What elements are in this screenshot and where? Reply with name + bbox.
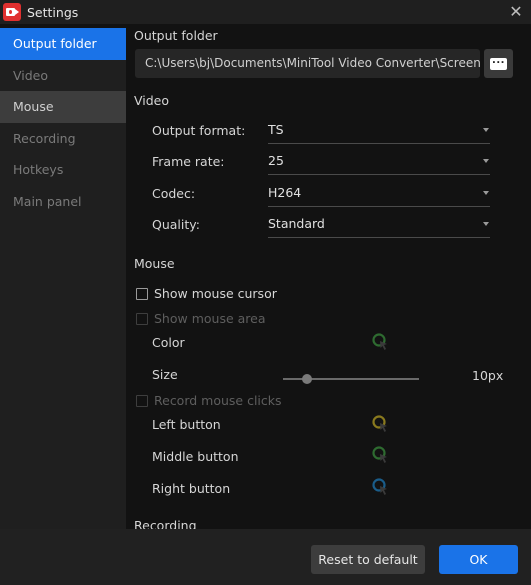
- video-camera-icon: [3, 3, 21, 21]
- middle-button-label: Middle button: [152, 449, 239, 464]
- settings-content[interactable]: Output folder C:\Users\bj\Documents\Mini…: [126, 24, 531, 529]
- right-button-label: Right button: [152, 481, 231, 496]
- ok-button[interactable]: OK: [439, 545, 518, 574]
- sidebar: Output folder Video Mouse Recording Hotk…: [0, 28, 126, 529]
- output-format-label: Output format:: [152, 123, 246, 138]
- left-button-label: Left button: [152, 417, 221, 432]
- close-button[interactable]: ✕: [507, 3, 525, 21]
- sidebar-item-video[interactable]: Video: [0, 60, 126, 92]
- mouse-area-color-icon[interactable]: [371, 332, 389, 352]
- codec-select[interactable]: H264: [268, 181, 490, 207]
- output-folder-heading: Output folder: [134, 28, 218, 43]
- browse-folder-button[interactable]: ...: [484, 49, 513, 78]
- checkbox-box[interactable]: [136, 394, 148, 407]
- codec-label: Codec:: [152, 186, 196, 201]
- sidebar-item-output-folder[interactable]: Output folder: [0, 28, 126, 60]
- size-value: 10px: [472, 368, 504, 383]
- reset-to-default-button[interactable]: Reset to default: [311, 545, 425, 574]
- close-icon: ✕: [509, 2, 523, 21]
- window-title: Settings: [27, 4, 79, 20]
- left-button-color-icon[interactable]: [371, 414, 389, 434]
- dropdown-arrow-icon: [483, 191, 489, 195]
- middle-button-color-icon[interactable]: [371, 445, 389, 465]
- checkbox-box[interactable]: [136, 287, 148, 300]
- mouse-size-slider[interactable]: [283, 373, 419, 385]
- record-mouse-clicks-checkbox[interactable]: Record mouse clicks: [136, 393, 282, 408]
- show-mouse-area-checkbox[interactable]: Show mouse area: [136, 311, 266, 326]
- checkbox-box[interactable]: [136, 312, 148, 325]
- sidebar-item-recording[interactable]: Recording: [0, 123, 126, 155]
- sidebar-item-main-panel[interactable]: Main panel: [0, 186, 126, 218]
- mouse-heading: Mouse: [134, 256, 175, 271]
- sidebar-item-mouse[interactable]: Mouse: [0, 91, 126, 123]
- dropdown-arrow-icon: [483, 159, 489, 163]
- show-mouse-cursor-checkbox[interactable]: Show mouse cursor: [136, 286, 277, 301]
- slider-thumb[interactable]: [302, 374, 312, 384]
- color-label: Color: [152, 335, 185, 350]
- video-heading: Video: [134, 93, 170, 108]
- more-dots-icon: ...: [490, 56, 507, 70]
- title-bar: Settings ✕: [0, 0, 531, 24]
- frame-rate-select[interactable]: 25: [268, 149, 490, 175]
- output-format-select[interactable]: TS: [268, 118, 490, 144]
- dropdown-arrow-icon: [483, 128, 489, 132]
- dropdown-arrow-icon: [483, 222, 489, 226]
- quality-select[interactable]: Standard: [268, 212, 490, 238]
- frame-rate-label: Frame rate:: [152, 154, 225, 169]
- dialog-footer: Reset to default OK: [0, 529, 531, 585]
- output-folder-path-field[interactable]: C:\Users\bj\Documents\MiniTool Video Con…: [135, 49, 480, 78]
- right-button-color-icon[interactable]: [371, 477, 389, 497]
- sidebar-item-hotkeys[interactable]: Hotkeys: [0, 154, 126, 186]
- quality-label: Quality:: [152, 217, 200, 232]
- recording-heading: Recording: [134, 518, 197, 529]
- size-label: Size: [152, 367, 178, 382]
